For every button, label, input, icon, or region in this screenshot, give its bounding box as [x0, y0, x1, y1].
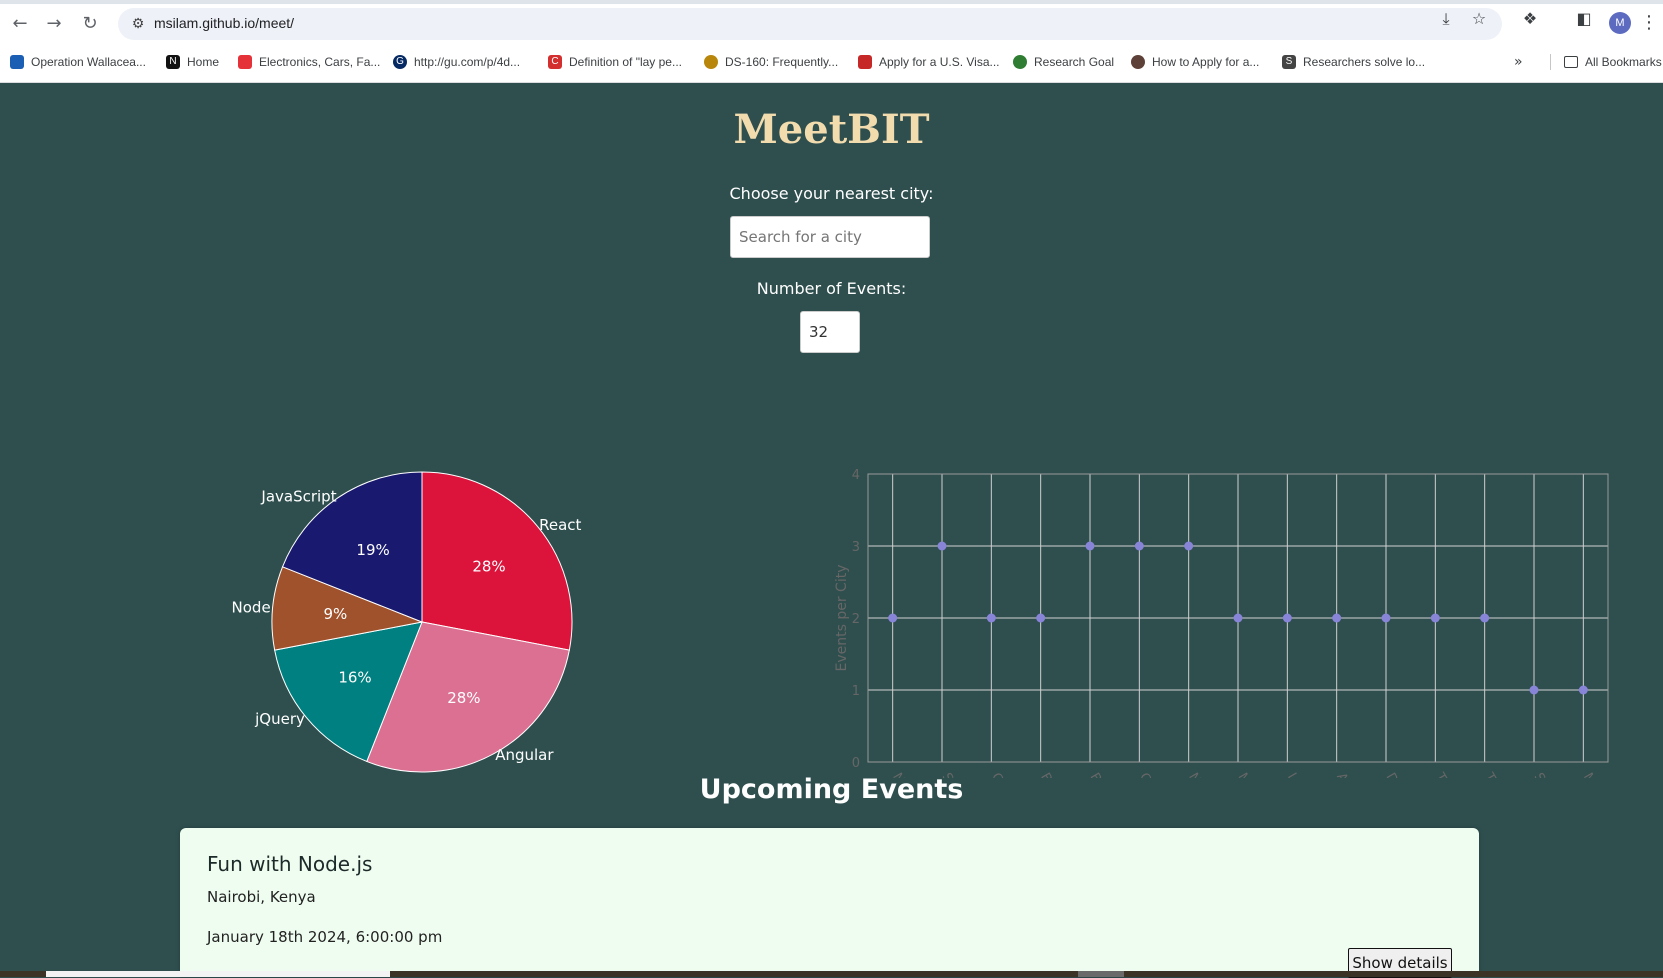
bookmark-star-icon[interactable]: ☆: [1468, 8, 1490, 30]
scatter-point-moscow[interactable]: [1578, 685, 1588, 695]
event-location: Nairobi, Kenya: [207, 888, 316, 906]
scatter-point-dubai[interactable]: [1381, 613, 1391, 623]
bookmark-label: http://gu.com/p/4d...: [414, 55, 521, 69]
sd-icon: S: [1282, 55, 1296, 69]
bookmark-label: Researchers solve lo...: [1303, 55, 1426, 69]
address-bar[interactable]: ⚙ msilam.github.io/meet/: [118, 8, 1502, 40]
extensions-icon[interactable]: ❖: [1519, 8, 1541, 30]
y-tick-label: 3: [852, 540, 860, 555]
address-url[interactable]: msilam.github.io/meet/: [154, 15, 294, 31]
bookmark-item[interactable]: N Home: [166, 52, 219, 72]
y-tick-label: 2: [852, 612, 860, 627]
scatter-point-nairobi[interactable]: [888, 613, 898, 623]
event-title: Fun with Node.js: [207, 852, 373, 876]
events-count-label: Number of Events:: [756, 279, 907, 298]
all-bookmarks-folder[interactable]: All Bookmarks: [1564, 52, 1662, 72]
install-app-icon[interactable]: ⤓: [1435, 8, 1457, 30]
event-card: Fun with Node.js Nairobi, Kenya January …: [180, 828, 1479, 978]
scrollbar-thumb[interactable]: [46, 971, 390, 977]
app-title: MeetBIT: [733, 106, 930, 153]
gear-site-icon: [704, 55, 718, 69]
bookmark-item[interactable]: Electronics, Cars, Fa...: [238, 52, 380, 72]
bookmark-label: Home: [187, 55, 220, 69]
more-bookmarks-icon[interactable]: »: [1514, 52, 1523, 72]
forward-icon[interactable]: →: [42, 12, 66, 36]
guardian-icon: G: [393, 55, 407, 69]
all-bookmarks-label: All Bookmarks: [1585, 55, 1662, 69]
scatter-point-amsterdam[interactable]: [1332, 613, 1342, 623]
upcoming-events-heading: Upcoming Events: [699, 774, 964, 805]
bookmark-item[interactable]: Operation Wallacea...: [10, 52, 146, 72]
scatter-point-london[interactable]: [1282, 613, 1292, 623]
city-label: Choose your nearest city:: [729, 184, 934, 203]
event-date: January 18th 2024, 6:00:00 pm: [207, 928, 443, 946]
bookmark-label: Apply for a U.S. Visa...: [879, 55, 1000, 69]
pie-category-label: jQuery: [254, 710, 305, 728]
bookmarks-divider: [1550, 54, 1551, 70]
site-info-icon[interactable]: ⚙: [128, 14, 148, 34]
folder-icon: [1564, 56, 1578, 68]
op-wall-icon: [10, 55, 24, 69]
pie-percent-label: 19%: [356, 541, 389, 559]
bookmarks-bar: Operation Wallacea... N Home Electronics…: [0, 48, 1663, 76]
events-count-input[interactable]: [800, 311, 860, 353]
collins-icon: C: [548, 55, 562, 69]
scatter-point-bangkok[interactable]: [1036, 613, 1046, 623]
browser-menu-icon[interactable]: ⋮: [1640, 10, 1658, 36]
bookmark-label: Operation Wallacea...: [31, 55, 146, 69]
y-tick-label: 1: [852, 684, 860, 699]
reload-icon[interactable]: ↻: [78, 12, 102, 36]
scatter-point-toronto[interactable]: [1430, 613, 1440, 623]
city-search-input[interactable]: [730, 216, 930, 258]
pie-percent-label: 9%: [324, 605, 348, 623]
y-tick-label: 4: [852, 468, 860, 483]
tab-strip-edge: [0, 0, 1663, 4]
pie-category-label: JavaScript: [260, 487, 336, 505]
bookmark-label: DS-160: Frequently...: [725, 55, 839, 69]
pie-percent-label: 28%: [472, 558, 505, 576]
bookmark-item[interactable]: Research Goal: [1013, 52, 1114, 72]
globe-icon: [1013, 55, 1027, 69]
scatter-point-new-york[interactable]: [1184, 541, 1194, 551]
profile-avatar[interactable]: M: [1609, 12, 1631, 34]
notion-icon: N: [166, 55, 180, 69]
page-content: MeetBIT Choose your nearest city: Number…: [0, 82, 1663, 978]
y-tick-label: 0: [852, 756, 860, 771]
scatter-point-tokyo[interactable]: [1480, 613, 1490, 623]
back-icon[interactable]: ←: [8, 12, 32, 36]
bookmark-label: Research Goal: [1034, 55, 1115, 69]
scatter-point-santiago[interactable]: [937, 541, 947, 551]
browser-chrome: ← → ↻ ⚙ msilam.github.io/meet/ ⤓ ☆ ❖ ◧ M…: [0, 0, 1663, 83]
bookmark-label: Definition of "lay pe...: [569, 55, 682, 69]
y-axis-label: Events per City: [834, 565, 850, 672]
bookmark-item[interactable]: G http://gu.com/p/4d...: [393, 52, 520, 72]
scatter-point-cape-town[interactable]: [1134, 541, 1144, 551]
pie-category-label: React: [539, 516, 581, 534]
pie-percent-label: 16%: [338, 669, 371, 687]
side-panel-icon[interactable]: ◧: [1573, 8, 1595, 30]
bookmark-item[interactable]: Apply for a U.S. Visa...: [858, 52, 1000, 72]
scatter-point-mumbai[interactable]: [1233, 613, 1243, 623]
events-scatter-chart: 01234NairobiSantiagoCaliforniaBangkokBer…: [834, 468, 1619, 778]
scatter-point-berlin[interactable]: [1085, 541, 1095, 551]
bookmark-item[interactable]: DS-160: Frequently...: [704, 52, 838, 72]
pie-category-label: Node: [232, 599, 271, 617]
ebay-icon: [238, 55, 252, 69]
genre-pie-chart: 28% React 28% Angular 16% jQuery 9% Node 19% Java…: [232, 471, 582, 773]
scatter-point-california[interactable]: [986, 613, 996, 623]
pie-percent-label: 28%: [447, 689, 480, 707]
scrollbar-marker: [1078, 971, 1124, 977]
bookmark-label: How to Apply for a...: [1152, 55, 1260, 69]
pie-category-label: Angular: [495, 746, 554, 764]
bookmark-item[interactable]: S Researchers solve lo...: [1282, 52, 1425, 72]
scatter-point-sydney-nsw[interactable]: [1529, 685, 1539, 695]
seal-icon: [1131, 55, 1145, 69]
cgi-icon: [858, 55, 872, 69]
horizontal-scrollbar[interactable]: [0, 971, 1663, 977]
bookmark-label: Electronics, Cars, Fa...: [259, 55, 381, 69]
bookmark-item[interactable]: C Definition of "lay pe...: [548, 52, 682, 72]
bookmark-item[interactable]: How to Apply for a...: [1131, 52, 1259, 72]
